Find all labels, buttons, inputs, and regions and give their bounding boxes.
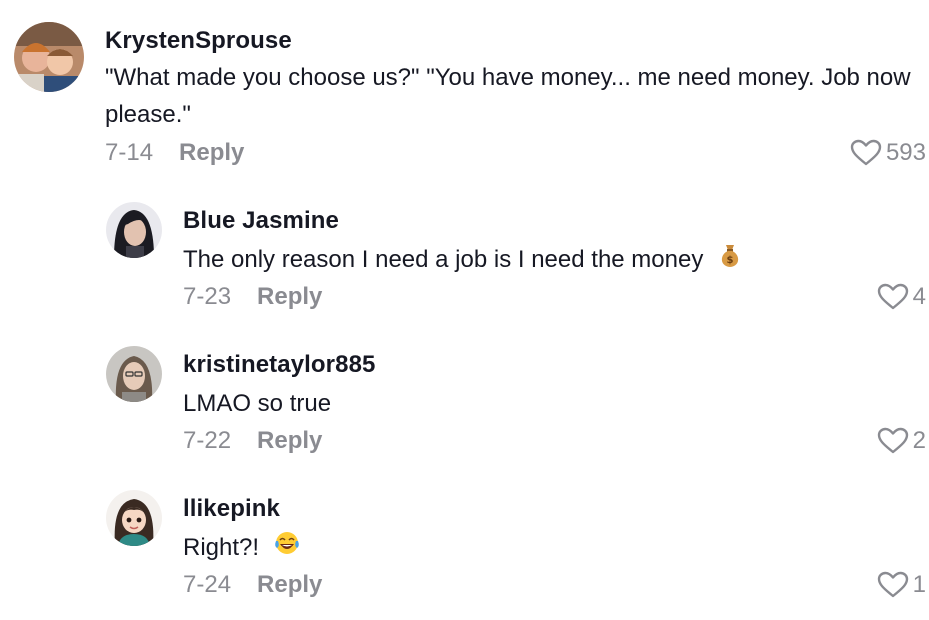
comment-username[interactable]: llikepink bbox=[183, 495, 280, 523]
comment-meta: 7-24 Reply bbox=[183, 571, 322, 599]
avatar[interactable] bbox=[106, 490, 162, 546]
heart-icon bbox=[877, 283, 908, 310]
comment-text: "What made you choose us?" "You have mon… bbox=[105, 64, 911, 128]
reply-button[interactable]: Reply bbox=[257, 571, 322, 598]
tears-of-joy-emoji-icon bbox=[274, 530, 300, 567]
reply-button[interactable]: Reply bbox=[257, 427, 322, 454]
like-button[interactable]: 593 bbox=[850, 139, 926, 167]
money-bag-emoji-icon: $ bbox=[718, 242, 742, 279]
comment-text-body: Right?! bbox=[183, 534, 260, 561]
heart-icon bbox=[850, 139, 882, 166]
heart-icon bbox=[877, 571, 908, 598]
reply-button[interactable]: Reply bbox=[179, 139, 244, 166]
comment-text: Right?! bbox=[183, 529, 883, 567]
like-count: 593 bbox=[885, 139, 926, 166]
comment-username[interactable]: Blue Jasmine bbox=[183, 207, 339, 235]
avatar[interactable] bbox=[106, 346, 162, 402]
like-count: 2 bbox=[912, 427, 926, 454]
comment-text: The only reason I need a job is I need t… bbox=[183, 241, 883, 279]
like-button[interactable]: 4 bbox=[877, 283, 926, 311]
comment-username[interactable]: kristinetaylor885 bbox=[183, 351, 375, 379]
avatar-illustration-icon bbox=[106, 490, 162, 546]
avatar-photo-icon bbox=[14, 22, 84, 92]
comment-text: LMAO so true bbox=[183, 390, 332, 417]
like-count: 4 bbox=[912, 283, 926, 310]
reply-button[interactable]: Reply bbox=[257, 283, 322, 310]
avatar-photo-icon bbox=[106, 346, 162, 402]
like-button[interactable]: 2 bbox=[877, 427, 926, 455]
svg-text:$: $ bbox=[727, 255, 734, 266]
comment-date: 7-22 bbox=[183, 427, 232, 454]
comment-meta: 7-22 Reply bbox=[183, 427, 322, 455]
avatar[interactable] bbox=[14, 22, 84, 92]
comment-date: 7-23 bbox=[183, 283, 232, 310]
comment-date: 7-24 bbox=[183, 571, 232, 598]
like-button[interactable]: 1 bbox=[877, 571, 926, 599]
avatar-photo-icon bbox=[106, 202, 162, 258]
like-count: 1 bbox=[912, 571, 926, 598]
avatar[interactable] bbox=[106, 202, 162, 258]
heart-icon bbox=[877, 427, 908, 454]
comment-meta: 7-14 Reply bbox=[105, 139, 244, 167]
comment-username[interactable]: KrystenSprouse bbox=[105, 27, 292, 55]
comment-date: 7-14 bbox=[105, 139, 154, 166]
comment-meta: 7-23 Reply bbox=[183, 283, 322, 311]
comment-text-body: The only reason I need a job is I need t… bbox=[183, 246, 704, 273]
